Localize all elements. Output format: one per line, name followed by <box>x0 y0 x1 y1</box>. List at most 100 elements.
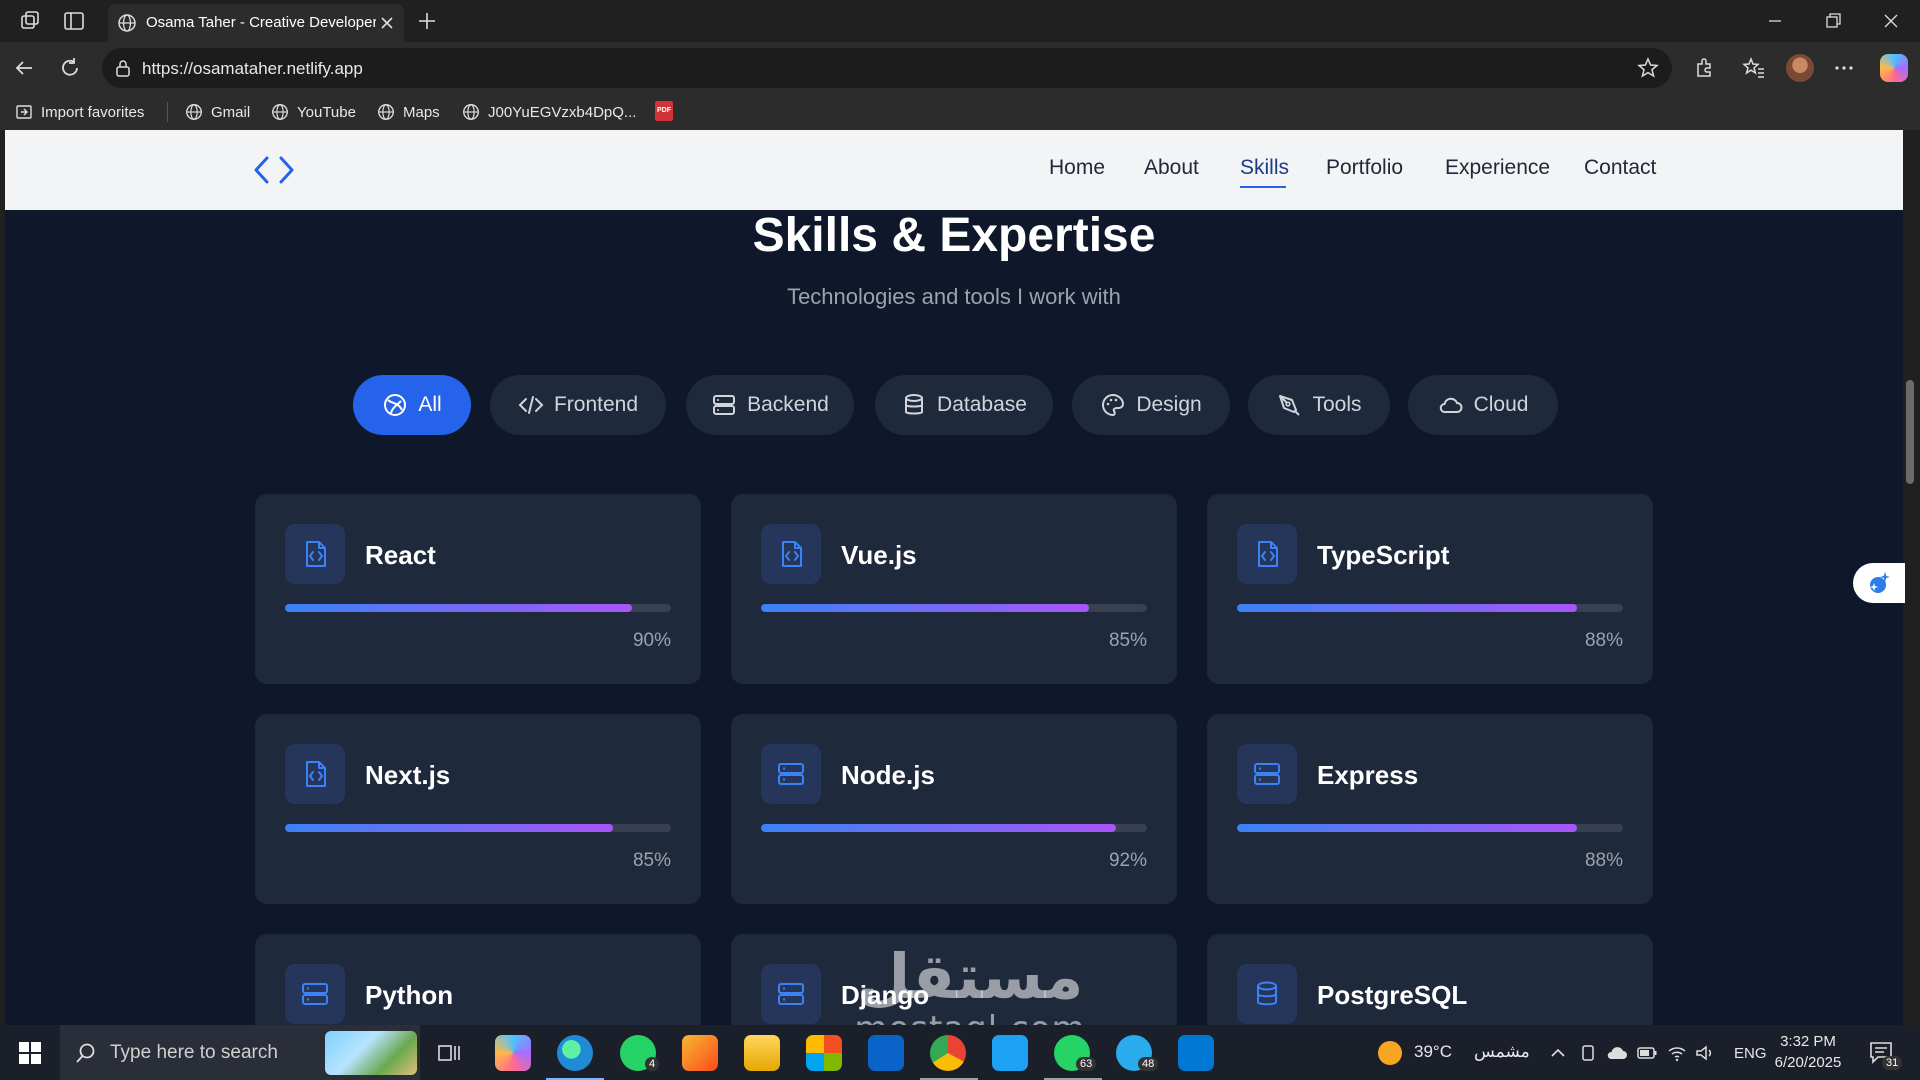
skill-card-nodejs[interactable]: Node.js 92% <box>731 714 1177 904</box>
url-text[interactable]: https://osamataher.netlify.app <box>142 59 363 79</box>
nav-skills[interactable]: Skills <box>1240 156 1289 180</box>
windows-taskbar: Type here to search 4 63 48 39°C مشمس EN… <box>0 1025 1920 1080</box>
skill-card-python[interactable]: Python <box>255 934 701 1025</box>
extensions-icon[interactable] <box>1690 54 1718 82</box>
filter-backend[interactable]: Backend <box>686 375 854 435</box>
copilot-app-icon[interactable] <box>495 1035 531 1071</box>
bookmark-youtube[interactable]: YouTube <box>270 102 356 122</box>
vertical-tabs-icon[interactable] <box>61 8 87 34</box>
filter-design[interactable]: Design <box>1072 375 1230 435</box>
nav-about[interactable]: About <box>1144 156 1199 180</box>
sparkle-icon <box>1870 572 1890 593</box>
minimize-icon[interactable] <box>1762 8 1788 34</box>
refresh-icon[interactable] <box>56 54 84 82</box>
nav-home[interactable]: Home <box>1049 156 1105 180</box>
filter-tools[interactable]: Tools <box>1248 375 1390 435</box>
skill-progress-fill <box>761 824 1117 832</box>
bookmark-maps[interactable]: Maps <box>376 102 440 122</box>
file-code-icon <box>285 744 345 804</box>
device-icon[interactable] <box>1578 1043 1598 1063</box>
close-window-icon[interactable] <box>1878 8 1904 34</box>
favorites-icon[interactable] <box>1740 54 1768 82</box>
chrome-app-icon[interactable] <box>930 1035 966 1071</box>
whatsapp-badge: 4 <box>645 1057 660 1071</box>
favorite-star-icon[interactable] <box>1636 56 1660 80</box>
filter-cloud[interactable]: Cloud <box>1408 375 1558 435</box>
skill-card-postgresql[interactable]: PostgreSQL <box>1207 934 1653 1025</box>
search-placeholder: Type here to search <box>110 1042 278 1063</box>
skill-percent: 92% <box>1108 850 1147 871</box>
file-code-icon <box>761 524 821 584</box>
import-icon <box>16 105 32 119</box>
back-arrow-icon[interactable] <box>10 54 38 82</box>
skill-card-nextjs[interactable]: Next.js 85% <box>255 714 701 904</box>
media-player-app-icon[interactable] <box>682 1035 718 1071</box>
more-menu-icon[interactable] <box>1830 54 1858 82</box>
skill-progress-track <box>285 604 671 612</box>
close-tab-icon[interactable] <box>376 12 398 34</box>
edge-app-icon[interactable] <box>557 1035 593 1071</box>
bookmark-doc[interactable]: J00YuEGVzxb4DpQ... <box>461 102 636 122</box>
new-tab-icon[interactable] <box>414 8 440 34</box>
taskbar-clock[interactable]: 3:32 PM 6/20/2025 <box>1760 1031 1856 1073</box>
lock-icon[interactable] <box>112 57 134 79</box>
browser-tab-active[interactable]: Osama Taher - Creative Developer <box>108 4 404 42</box>
chevron-up-icon[interactable] <box>1548 1043 1568 1063</box>
file-explorer-app-icon[interactable] <box>744 1035 780 1071</box>
ai-assistant-button[interactable] <box>1853 563 1905 603</box>
volume-icon[interactable] <box>1694 1043 1716 1063</box>
skill-name: Vue.js <box>841 540 917 570</box>
weather-temp[interactable]: 39°C <box>1414 1042 1452 1062</box>
wifi-icon[interactable] <box>1666 1043 1688 1063</box>
skill-percent: 90% <box>632 630 671 651</box>
skill-card-react[interactable]: React 90% <box>255 494 701 684</box>
palette-icon <box>1102 393 1125 417</box>
restore-icon[interactable] <box>1820 8 1846 34</box>
skill-progress-fill <box>1237 824 1577 832</box>
weather-desc[interactable]: مشمس <box>1474 1042 1530 1062</box>
skill-name: PostgreSQL <box>1317 980 1468 1010</box>
nav-contact[interactable]: Contact <box>1584 156 1656 180</box>
filter-all[interactable]: All <box>353 375 471 435</box>
battery-icon[interactable] <box>1636 1043 1658 1063</box>
address-bar[interactable]: https://osamataher.netlify.app <box>102 48 1672 88</box>
nav-experience[interactable]: Experience <box>1445 156 1550 180</box>
skill-card-typescript[interactable]: TypeScript 88% <box>1207 494 1653 684</box>
whatsapp-business-badge: 63 <box>1076 1057 1097 1071</box>
skill-name: Next.js <box>365 760 451 790</box>
bluesky-app-icon[interactable] <box>992 1035 1028 1071</box>
vscode-app-icon[interactable] <box>1178 1035 1214 1071</box>
filter-database[interactable]: Database <box>875 375 1053 435</box>
code-logo-icon[interactable] <box>253 154 295 186</box>
notification-count: 31 <box>1882 1056 1903 1070</box>
cloud-icon <box>1439 397 1463 413</box>
server-icon <box>713 395 736 415</box>
bookmark-pdf-icon[interactable]: PDF <box>655 101 673 121</box>
page-scrollbar[interactable] <box>1906 380 1914 484</box>
profile-avatar[interactable] <box>1786 54 1814 82</box>
onedrive-cloud-icon[interactable] <box>1606 1043 1628 1063</box>
nav-portfolio[interactable]: Portfolio <box>1326 156 1403 180</box>
workspaces-icon[interactable] <box>17 8 43 34</box>
server-icon <box>285 964 345 1024</box>
notification-center[interactable]: 31 <box>1868 1040 1903 1071</box>
search-icon <box>76 1043 95 1063</box>
bookmark-gmail[interactable]: Gmail <box>184 102 250 122</box>
skill-name: Python <box>365 980 454 1010</box>
globe-icon <box>272 104 288 120</box>
microsoft-store-app-icon[interactable] <box>806 1035 842 1071</box>
nav-active-underline <box>1240 186 1286 188</box>
skill-name: Express <box>1317 760 1419 790</box>
windows-start-icon[interactable] <box>18 1041 42 1065</box>
taskbar-search[interactable]: Type here to search <box>60 1025 420 1080</box>
bookmark-import-favorites[interactable]: Import favorites <box>14 102 144 122</box>
skill-card-vuejs[interactable]: Vue.js 85% <box>731 494 1177 684</box>
skill-progress-fill <box>1237 604 1577 612</box>
weather-sun-icon[interactable] <box>1378 1041 1402 1065</box>
task-view-icon[interactable] <box>436 1041 462 1065</box>
outlook-app-icon[interactable] <box>868 1035 904 1071</box>
copilot-icon[interactable] <box>1880 54 1908 82</box>
filter-frontend[interactable]: Frontend <box>490 375 666 435</box>
skill-card-express[interactable]: Express 88% <box>1207 714 1653 904</box>
telegram-badge: 48 <box>1138 1057 1159 1071</box>
